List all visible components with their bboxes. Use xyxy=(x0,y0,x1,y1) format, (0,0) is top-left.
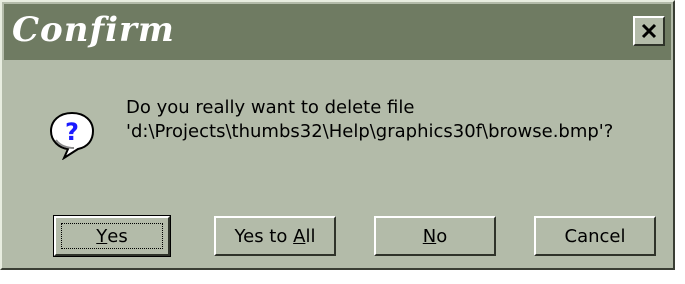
yes-button-mnemonic: Y xyxy=(96,225,108,247)
message-text: Do you really want to delete file 'd:\Pr… xyxy=(126,96,613,144)
svg-text:?: ? xyxy=(65,118,79,146)
no-button[interactable]: No xyxy=(374,216,496,256)
title-bar[interactable]: Confirm xyxy=(4,4,671,60)
question-icon: ? xyxy=(48,110,96,165)
no-button-label: o xyxy=(436,225,448,247)
yes-to-all-button[interactable]: Yes to All xyxy=(214,216,336,256)
no-button-mnemonic: N xyxy=(422,225,437,247)
message-line-2: 'd:\Projects\thumbs32\Help\graphics30f\b… xyxy=(126,121,614,142)
yes-to-all-button-mnemonic: A xyxy=(293,225,306,247)
close-button[interactable] xyxy=(633,16,665,46)
cancel-button[interactable]: Cancel xyxy=(534,216,656,256)
close-icon xyxy=(641,23,657,39)
confirm-dialog: Confirm ? Do you really want to delete f… xyxy=(0,0,675,270)
yes-button[interactable]: Yes xyxy=(53,215,171,257)
yes-button-label: es xyxy=(107,225,128,247)
cancel-button-label: Cancel xyxy=(564,225,626,247)
yes-to-all-button-prefix: Yes to xyxy=(234,225,294,247)
message-line-1: Do you really want to delete file xyxy=(126,97,415,118)
dialog-title: Confirm xyxy=(12,10,175,50)
yes-to-all-button-label: ll xyxy=(305,225,316,247)
